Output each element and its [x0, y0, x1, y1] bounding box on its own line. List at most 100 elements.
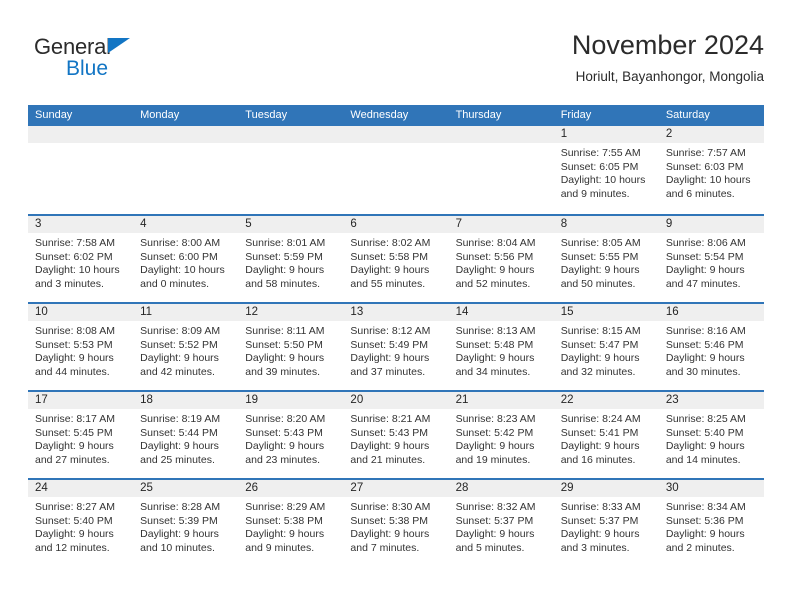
day-detail-line: Daylight: 9 hours — [245, 264, 325, 277]
day-detail-line: and 3 minutes. — [35, 277, 104, 290]
day-detail-line: Sunrise: 8:28 AM — [140, 501, 221, 513]
calendar-day-cell[interactable]: 15 Sunrise: 8:15 AM Sunset: 5:47 PM Dayligh… — [553, 304, 659, 390]
day-detail-line: Daylight: 9 hours — [455, 528, 535, 541]
day-detail-line: Daylight: 9 hours — [35, 352, 114, 365]
calendar-grid: Sunday Monday Tuesday Wednesday Thursday Frid… — [28, 105, 764, 566]
day-detail-line: Daylight: 10 hours — [140, 264, 225, 277]
day-detail-line: Sunrise: 7:58 AM — [35, 237, 115, 249]
day-details: Sunrise: 8:23 AM Sunset: 5:42 PM Daylight:… — [449, 409, 554, 467]
calendar-day-cell[interactable]: 30 Sunrise: 8:34 AM Sunset: 5:36 PM Dayligh… — [658, 480, 764, 566]
day-detail-line: Daylight: 9 hours — [665, 352, 745, 365]
calendar-day-cell[interactable]: 2 Sunrise: 7:57 AM Sunset: 6:03 PM Daylight… — [658, 126, 764, 214]
calendar-day-cell[interactable]: 7 Sunrise: 8:04 AM Sunset: 5:56 PM Daylight… — [448, 216, 554, 302]
day-number: 20 — [343, 392, 449, 409]
day-number: 19 — [238, 392, 344, 409]
day-detail-line: and 37 minutes. — [350, 365, 426, 378]
day-detail-line: Sunset: 5:41 PM — [560, 426, 639, 439]
calendar-day-cell[interactable]: 4 Sunrise: 8:00 AM Sunset: 6:00 PM Daylight… — [133, 216, 239, 302]
day-details: Sunrise: 8:21 AM Sunset: 5:43 PM Daylight:… — [343, 409, 448, 467]
calendar-day-cell[interactable]: 25 Sunrise: 8:28 AM Sunset: 5:39 PM Dayligh… — [133, 480, 239, 566]
day-detail-line: and 14 minutes. — [665, 453, 741, 466]
day-details: Sunrise: 8:27 AM Sunset: 5:40 PM Daylight:… — [28, 497, 133, 555]
day-details — [343, 143, 448, 147]
calendar-day-cell[interactable]: 29 Sunrise: 8:33 AM Sunset: 5:37 PM Dayligh… — [553, 480, 659, 566]
day-detail-line: and 25 minutes. — [140, 453, 215, 466]
day-detail-line: Sunset: 5:44 PM — [140, 426, 218, 439]
day-details: Sunrise: 8:00 AM Sunset: 6:00 PM Daylight:… — [133, 233, 238, 291]
calendar-day-cell[interactable]: 27 Sunrise: 8:30 AM Sunset: 5:38 PM Dayligh… — [343, 480, 449, 566]
day-detail-line: Sunset: 5:47 PM — [560, 338, 639, 351]
day-detail-line: and 39 minutes. — [245, 365, 320, 378]
day-number: 8 — [553, 216, 659, 233]
day-detail-line: Sunrise: 8:27 AM — [35, 501, 115, 513]
day-detail-line: Sunrise: 7:57 AM — [665, 147, 746, 159]
calendar-day-cell[interactable]: 9 Sunrise: 8:06 AM Sunset: 5:54 PM Daylight… — [658, 216, 764, 302]
day-detail-line: Daylight: 9 hours — [560, 264, 640, 277]
day-number — [448, 126, 554, 143]
day-detail-line: Sunset: 5:45 PM — [35, 426, 113, 439]
day-number: 23 — [658, 392, 764, 409]
day-detail-line: and 23 minutes. — [245, 453, 320, 466]
calendar-day-cell[interactable]: 18 Sunrise: 8:19 AM Sunset: 5:44 PM Dayligh… — [133, 392, 239, 478]
day-details: Sunrise: 8:16 AM Sunset: 5:46 PM Daylight:… — [659, 321, 764, 379]
day-detail-line: and 6 minutes. — [665, 187, 735, 200]
weekday-header-thursday: Thursday — [455, 109, 502, 121]
calendar-day-cell[interactable]: 23 Sunrise: 8:25 AM Sunset: 5:40 PM Dayligh… — [658, 392, 764, 478]
brand-logo[interactable]: General Blue — [34, 34, 214, 90]
day-details: Sunrise: 8:30 AM Sunset: 5:38 PM Daylight:… — [343, 497, 448, 555]
day-detail-line: Sunrise: 8:17 AM — [35, 413, 115, 425]
day-detail-line: Sunrise: 7:55 AM — [560, 147, 641, 159]
brand-word-general: General — [34, 34, 111, 59]
day-detail-line: Sunrise: 8:19 AM — [140, 413, 221, 425]
day-detail-line: Sunset: 5:38 PM — [350, 514, 429, 527]
day-detail-line: Daylight: 9 hours — [350, 440, 430, 453]
calendar-day-cell[interactable]: 26 Sunrise: 8:29 AM Sunset: 5:38 PM Dayligh… — [238, 480, 344, 566]
calendar-day-cell[interactable]: 13 Sunrise: 8:12 AM Sunset: 5:49 PM Dayligh… — [343, 304, 449, 390]
day-detail-line: Sunset: 5:55 PM — [560, 250, 639, 263]
calendar-day-cell[interactable]: 21 Sunrise: 8:23 AM Sunset: 5:42 PM Dayligh… — [448, 392, 554, 478]
day-detail-line: Sunrise: 8:00 AM — [140, 237, 221, 249]
day-detail-line: Sunset: 5:37 PM — [560, 514, 639, 527]
day-detail-line: Sunrise: 8:06 AM — [665, 237, 746, 249]
day-number: 30 — [658, 480, 764, 497]
day-detail-line: Daylight: 9 hours — [35, 528, 114, 541]
calendar-day-cell[interactable]: 5 Sunrise: 8:01 AM Sunset: 5:59 PM Daylight… — [238, 216, 344, 302]
calendar-day-cell[interactable]: 14 Sunrise: 8:13 AM Sunset: 5:48 PM Dayligh… — [448, 304, 554, 390]
day-detail-line: Daylight: 9 hours — [665, 528, 745, 541]
calendar-day-cell[interactable]: 3 Sunrise: 7:58 AM Sunset: 6:02 PM Daylight… — [28, 216, 134, 302]
day-detail-line: and 7 minutes. — [350, 541, 420, 554]
day-details — [133, 143, 238, 147]
calendar-day-cell[interactable]: 12 Sunrise: 8:11 AM Sunset: 5:50 PM Dayligh… — [238, 304, 344, 390]
day-number: 13 — [343, 304, 449, 321]
day-detail-line: Sunrise: 8:33 AM — [560, 501, 641, 513]
day-details: Sunrise: 7:55 AM Sunset: 6:05 PM Daylight:… — [554, 143, 659, 201]
calendar-day-cell-empty — [133, 126, 239, 214]
calendar-day-cell[interactable]: 19 Sunrise: 8:20 AM Sunset: 5:43 PM Dayligh… — [238, 392, 344, 478]
day-detail-line: Sunset: 6:00 PM — [140, 250, 218, 263]
day-detail-line: Daylight: 9 hours — [140, 528, 219, 541]
day-number: 11 — [133, 304, 239, 321]
calendar-day-cell[interactable]: 24 Sunrise: 8:27 AM Sunset: 5:40 PM Dayligh… — [28, 480, 134, 566]
calendar-day-cell[interactable]: 11 Sunrise: 8:09 AM Sunset: 5:52 PM Dayligh… — [133, 304, 239, 390]
day-detail-line: Sunset: 5:37 PM — [455, 514, 534, 527]
calendar-day-cell[interactable]: 6 Sunrise: 8:02 AM Sunset: 5:58 PM Daylight… — [343, 216, 449, 302]
calendar-week-row: 24 Sunrise: 8:27 AM Sunset: 5:40 PM Dayligh… — [28, 478, 764, 566]
calendar-day-cell[interactable]: 8 Sunrise: 8:05 AM Sunset: 5:55 PM Daylight… — [553, 216, 659, 302]
calendar-day-cell[interactable]: 10 Sunrise: 8:08 AM Sunset: 5:53 PM Dayligh… — [28, 304, 134, 390]
calendar-day-cell[interactable]: 17 Sunrise: 8:17 AM Sunset: 5:45 PM Dayligh… — [28, 392, 134, 478]
day-detail-line: Daylight: 9 hours — [455, 264, 535, 277]
calendar-day-cell[interactable]: 22 Sunrise: 8:24 AM Sunset: 5:41 PM Dayligh… — [553, 392, 659, 478]
day-details: Sunrise: 8:01 AM Sunset: 5:59 PM Daylight:… — [238, 233, 343, 291]
day-detail-line: Daylight: 9 hours — [350, 264, 430, 277]
day-detail-line: Sunset: 5:56 PM — [455, 250, 534, 263]
calendar-day-cell[interactable]: 1 Sunrise: 7:55 AM Sunset: 6:05 PM Daylight… — [553, 126, 659, 214]
day-number — [238, 126, 344, 143]
day-detail-line: Sunset: 5:48 PM — [455, 338, 534, 351]
calendar-day-cell[interactable]: 28 Sunrise: 8:32 AM Sunset: 5:37 PM Dayligh… — [448, 480, 554, 566]
day-detail-line: and 3 minutes. — [560, 541, 630, 554]
day-detail-line: and 9 minutes. — [560, 187, 630, 200]
day-details: Sunrise: 8:24 AM Sunset: 5:41 PM Daylight:… — [554, 409, 659, 467]
weekday-header-monday: Monday — [140, 109, 180, 121]
calendar-day-cell[interactable]: 20 Sunrise: 8:21 AM Sunset: 5:43 PM Dayligh… — [343, 392, 449, 478]
calendar-day-cell[interactable]: 16 Sunrise: 8:16 AM Sunset: 5:46 PM Dayligh… — [658, 304, 764, 390]
